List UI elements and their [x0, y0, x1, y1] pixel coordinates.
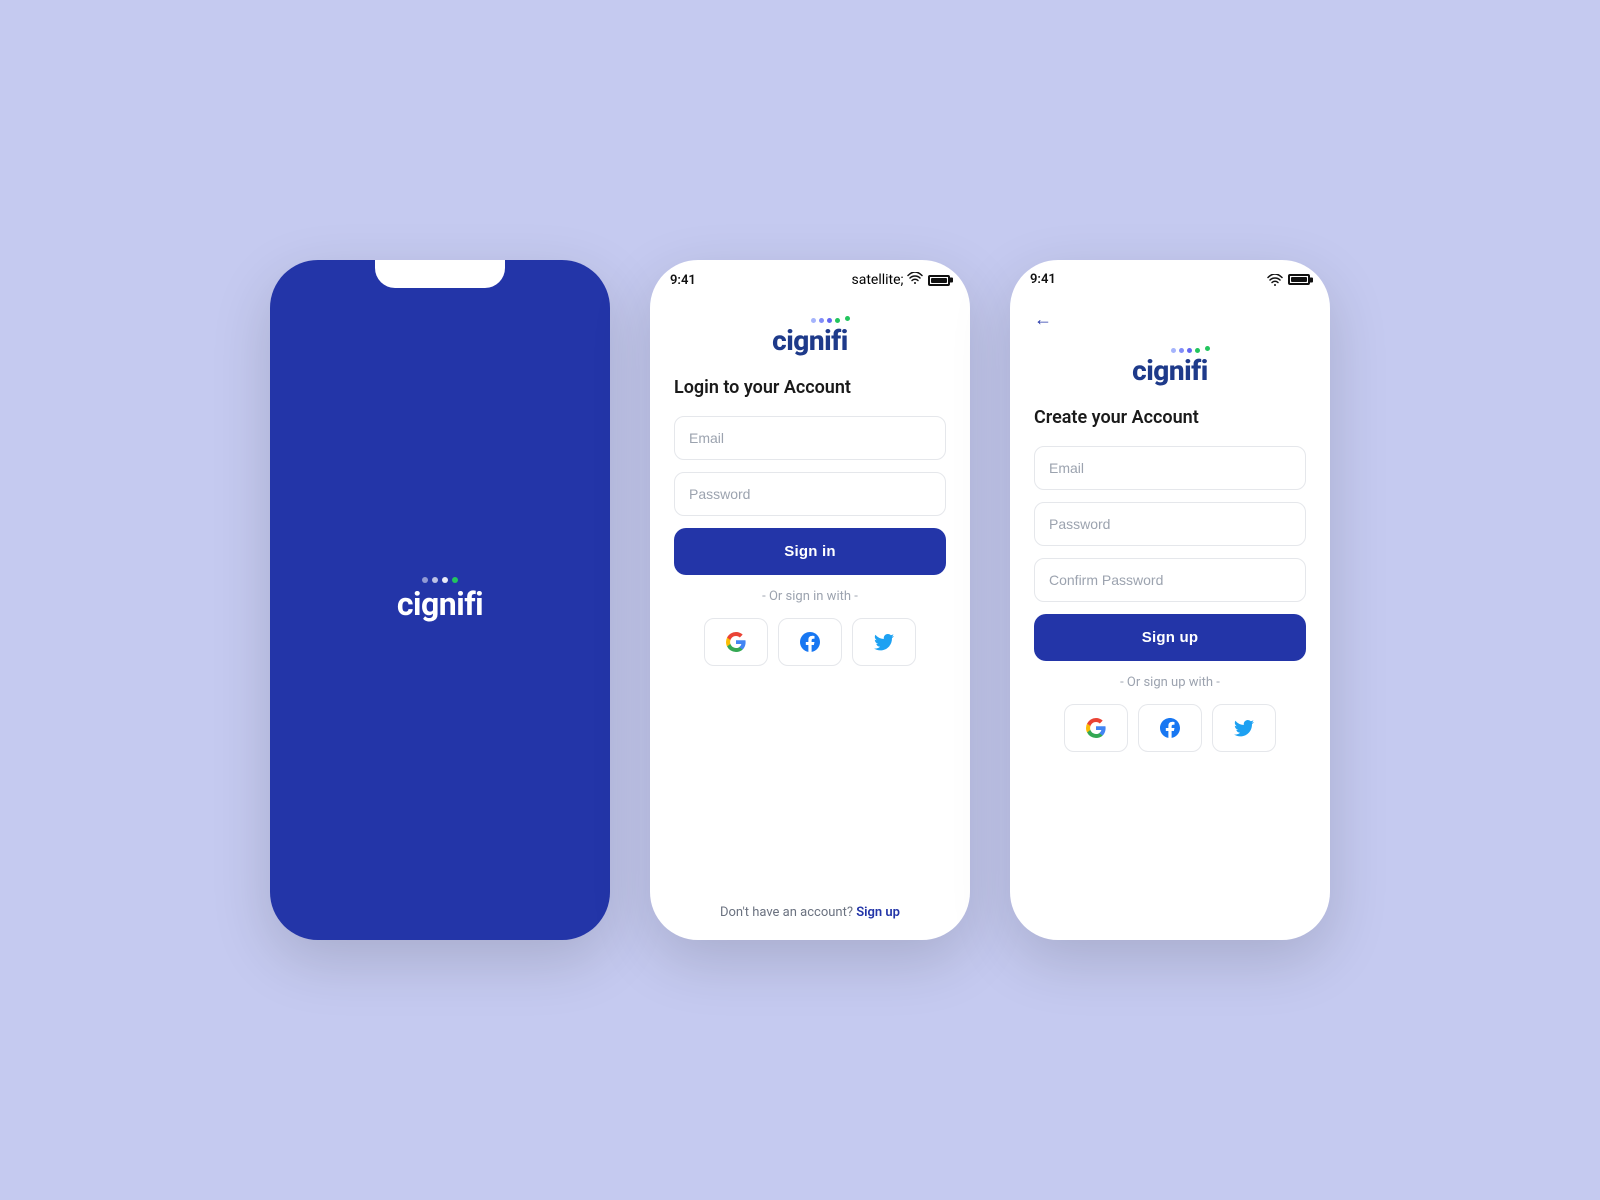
signup-email-input[interactable]: [1034, 446, 1306, 490]
sign-up-button[interactable]: Sign up: [1034, 614, 1306, 661]
login-twitter-button[interactable]: [852, 618, 916, 666]
logo-wordmark: cignifi: [772, 324, 848, 357]
dot-3: [442, 577, 448, 583]
signup-facebook-button[interactable]: [1138, 704, 1202, 752]
signup-logo-dot-4: [1195, 348, 1200, 353]
login-screen-content: cignifi Login to your Account Sign in - …: [650, 294, 970, 940]
login-facebook-button[interactable]: [778, 618, 842, 666]
dot-1: [422, 577, 428, 583]
login-logo: cignifi: [772, 318, 848, 357]
status-bar-login: 9:41 satellite;: [650, 260, 970, 294]
notch: [375, 260, 505, 288]
signup-title: Create your Account: [1034, 407, 1306, 428]
login-social-row: [674, 618, 946, 666]
signup-password-input[interactable]: [1034, 502, 1306, 546]
signup-logo: cignifi: [1132, 348, 1208, 387]
login-logo-container: cignifi: [674, 318, 946, 357]
status-time-signup: 9:41: [1030, 272, 1056, 287]
signup-logo-container: cignifi: [1034, 348, 1306, 387]
login-email-input[interactable]: [674, 416, 946, 460]
signup-screen-content: ← cignifi Create your Account Sign up - …: [1010, 293, 1330, 940]
login-phone: 9:41 satellite;: [650, 260, 970, 940]
signup-logo-dot-2: [1179, 348, 1184, 353]
signup-logo-dot-1: [1171, 348, 1176, 353]
signup-logo-dot-3: [1187, 348, 1192, 353]
signup-logo-wordmark: cignifi: [1132, 354, 1208, 387]
dot-4: [452, 577, 458, 583]
login-footer: Don't have an account? Sign up: [674, 905, 946, 920]
signup-social-row: [1034, 704, 1306, 752]
login-or-divider: - Or sign in with -: [674, 589, 946, 604]
login-google-button[interactable]: [704, 618, 768, 666]
login-password-input[interactable]: [674, 472, 946, 516]
signup-phone: 9:41 ←: [1010, 260, 1330, 940]
splash-dots: [422, 577, 458, 583]
signup-link[interactable]: Sign up: [856, 905, 900, 920]
status-bar-signup: 9:41: [1010, 260, 1330, 293]
battery-icon: [928, 275, 950, 286]
logo-dot-1: [811, 318, 816, 323]
splash-phone: cignifi: [270, 260, 610, 940]
status-icons-signup: [1267, 274, 1310, 286]
signup-google-button[interactable]: [1064, 704, 1128, 752]
sign-in-button[interactable]: Sign in: [674, 528, 946, 575]
signup-or-divider: - Or sign up with -: [1034, 675, 1306, 690]
logo-dot-4: [835, 318, 840, 323]
wifi-icon: satellite;: [852, 272, 924, 288]
status-time-login: 9:41: [670, 273, 696, 288]
back-arrow[interactable]: ←: [1034, 309, 1306, 330]
battery-icon-signup: [1288, 274, 1310, 285]
dot-2: [432, 577, 438, 583]
signup-twitter-button[interactable]: [1212, 704, 1276, 752]
wifi-icon-signup: [1267, 274, 1283, 286]
signup-confirm-password-input[interactable]: [1034, 558, 1306, 602]
status-icons-login: satellite;: [852, 272, 951, 288]
splash-logo-container: cignifi: [397, 577, 483, 623]
splash-logo-text: cignifi: [397, 585, 483, 623]
login-title: Login to your Account: [674, 377, 946, 398]
logo-dot-3: [827, 318, 832, 323]
logo-dot-2: [819, 318, 824, 323]
